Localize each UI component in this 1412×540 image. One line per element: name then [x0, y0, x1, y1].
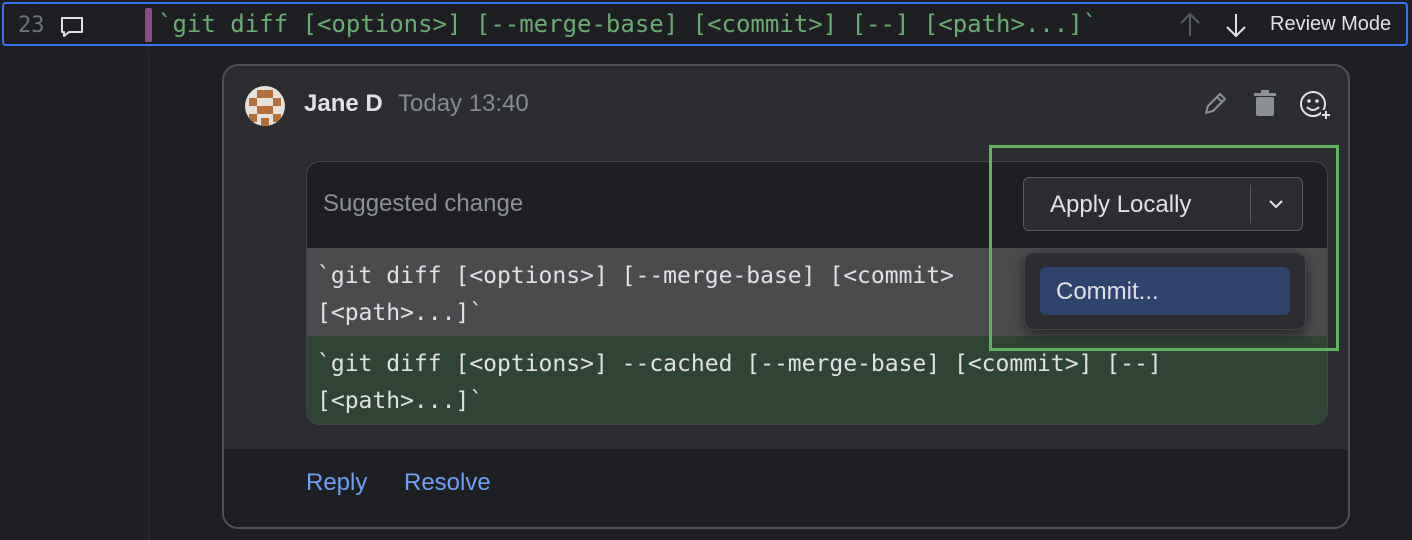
resolve-link[interactable]: Resolve [404, 469, 491, 497]
review-mode-button[interactable]: Review Mode [1270, 13, 1391, 36]
trash-icon[interactable] [1251, 88, 1279, 118]
comment-icon[interactable] [59, 15, 85, 39]
added-code-line: [<path>...]` [317, 388, 484, 414]
gutter-divider [148, 50, 149, 540]
reply-link[interactable]: Reply [306, 469, 367, 497]
change-marker [145, 8, 152, 42]
line-number: 23 [18, 13, 45, 38]
arrow-down-icon[interactable] [1222, 10, 1250, 40]
comment-footer [224, 449, 1348, 527]
code-line-text: `git diff [<options>] [--merge-base] [<c… [158, 10, 1098, 38]
comment-timestamp: Today 13:40 [398, 90, 529, 117]
add-reaction-icon[interactable] [1298, 88, 1332, 122]
pencil-icon[interactable] [1200, 89, 1230, 119]
suggested-change-label: Suggested change [323, 190, 524, 217]
added-code-line: `git diff [<options>] --cached [--merge-… [317, 351, 1162, 377]
avatar [245, 86, 285, 126]
code-line-row[interactable]: 23 `git diff [<options>] [--merge-base] … [2, 2, 1408, 46]
highlight-frame [989, 145, 1339, 351]
arrow-up-icon[interactable] [1176, 10, 1204, 40]
comment-author: Jane D [304, 90, 383, 117]
